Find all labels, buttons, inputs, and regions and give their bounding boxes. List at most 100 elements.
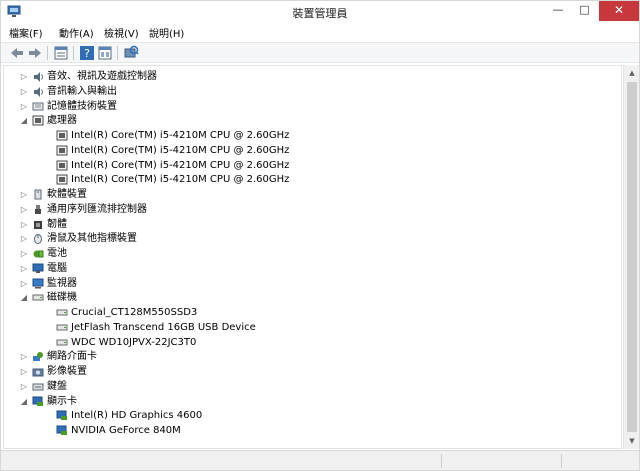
- device-node[interactable]: WDC WD10JPVX-22JC3T0: [4, 335, 604, 350]
- expand-arrow-icon[interactable]: ▷: [19, 69, 29, 84]
- device-manager-window: 裝置管理員 — □ ✕ 檔案(F) 動作(A) 檢視(V) 說明(H) ? ▷ …: [0, 0, 640, 471]
- category-node[interactable]: ▷ 記憶體技術裝置: [4, 99, 604, 114]
- disk-drive-icon: [56, 322, 68, 333]
- expand-arrow-icon[interactable]: ▷: [19, 99, 29, 114]
- keyboard-icon: [32, 381, 44, 392]
- node-label: 監視器: [47, 277, 77, 289]
- status-segment: [561, 454, 639, 468]
- expand-arrow-icon[interactable]: ▷: [19, 379, 29, 394]
- collapse-arrow-icon[interactable]: ◢: [19, 290, 29, 305]
- device-node[interactable]: Intel(R) Core(TM) i5-4210M CPU @ 2.60GHz: [4, 172, 604, 187]
- node-label: Intel(R) Core(TM) i5-4210M CPU @ 2.60GHz: [71, 174, 290, 186]
- node-label: 網路介面卡: [47, 351, 97, 363]
- status-segment: [441, 454, 561, 468]
- menu-help[interactable]: 說明(H): [149, 25, 184, 40]
- menu-view[interactable]: 檢視(V): [104, 25, 139, 40]
- minimize-button[interactable]: —: [545, 1, 571, 21]
- node-label: JetFlash Transcend 16GB USB Device: [71, 321, 256, 333]
- category-node[interactable]: ▷ 電腦: [4, 261, 604, 276]
- expand-arrow-icon[interactable]: ▷: [19, 349, 29, 364]
- toolbar-separator: [47, 46, 48, 60]
- expand-arrow-icon[interactable]: ▷: [19, 217, 29, 232]
- monitor-icon: [32, 278, 44, 289]
- help-icon[interactable]: ?: [79, 45, 95, 61]
- node-label: 通用序列匯流排控制器: [47, 203, 147, 215]
- category-node[interactable]: ▷ 音效、視訊及遊戲控制器: [4, 69, 604, 84]
- display-adapter-icon: [32, 396, 44, 407]
- node-label: Intel(R) Core(TM) i5-4210M CPU @ 2.60GHz: [71, 144, 290, 156]
- node-label: 音效、視訊及遊戲控制器: [47, 71, 157, 82]
- category-node[interactable]: ◢ 磁碟機: [4, 290, 604, 305]
- collapse-arrow-icon[interactable]: ◢: [19, 113, 29, 128]
- device-node[interactable]: JetFlash Transcend 16GB USB Device: [4, 320, 604, 335]
- disk-drive-icon: [56, 307, 68, 318]
- expand-arrow-icon[interactable]: ▷: [19, 261, 29, 276]
- device-node[interactable]: Intel(R) HD Graphics 4600: [4, 408, 604, 423]
- scroll-up-arrow[interactable]: ▲: [624, 65, 640, 81]
- menu-file[interactable]: 檔案(F): [9, 25, 43, 40]
- node-label: 滑鼠及其他指標裝置: [47, 233, 137, 245]
- menu-action[interactable]: 動作(A): [59, 25, 94, 40]
- category-node[interactable]: ▷ 網路介面卡: [4, 349, 604, 364]
- device-node[interactable]: Crucial_CT128M550SSD3: [4, 305, 604, 320]
- node-label: 鍵盤: [47, 380, 67, 392]
- category-node[interactable]: ▷ 韌體: [4, 217, 604, 232]
- category-node[interactable]: ◢ 顯示卡: [4, 394, 604, 409]
- speaker-icon: [32, 86, 44, 97]
- back-icon[interactable]: [9, 45, 25, 61]
- expand-arrow-icon[interactable]: ▷: [19, 187, 29, 202]
- processor-icon: [56, 145, 68, 156]
- scrollbar-thumb[interactable]: [627, 82, 637, 432]
- category-node[interactable]: ▷ 監視器: [4, 276, 604, 291]
- device-node[interactable]: Intel(R) Core(TM) i5-4210M CPU @ 2.60GHz: [4, 158, 604, 173]
- processor-icon: [56, 130, 68, 141]
- device-node[interactable]: NVIDIA GeForce 840M: [4, 423, 604, 438]
- processor-icon: [56, 160, 68, 171]
- device-tree[interactable]: ▷ 音效、視訊及遊戲控制器 ▷ 音訊輸入與輸出 ▷ 記憶體技術裝置 ◢ 處理器 Intel(R)…: [3, 65, 622, 449]
- expand-arrow-icon[interactable]: ▷: [19, 231, 29, 246]
- processor-icon: [56, 174, 68, 185]
- title-bar: 裝置管理員 — □ ✕: [1, 1, 639, 23]
- scroll-down-arrow[interactable]: ▼: [624, 433, 640, 449]
- node-label: 電池: [47, 248, 67, 259]
- toolbar-separator: [117, 46, 118, 60]
- node-label: 記憶體技術裝置: [47, 100, 117, 112]
- disk-drive-icon: [32, 292, 44, 303]
- properties-icon[interactable]: [53, 45, 69, 61]
- view-icon[interactable]: [97, 45, 113, 61]
- forward-icon[interactable]: [27, 45, 43, 61]
- display-adapter-icon: [56, 425, 68, 436]
- expand-arrow-icon[interactable]: ▷: [19, 276, 29, 291]
- expand-arrow-icon[interactable]: ▷: [19, 246, 29, 261]
- memory-icon: [32, 101, 44, 112]
- processor-icon: [32, 115, 44, 126]
- category-node[interactable]: ▷ 音訊輸入與輸出: [4, 84, 604, 99]
- vertical-scrollbar[interactable]: ▲ ▼: [623, 65, 639, 449]
- expand-arrow-icon[interactable]: ▷: [19, 202, 29, 217]
- device-node[interactable]: Intel(R) Core(TM) i5-4210M CPU @ 2.60GHz: [4, 128, 604, 143]
- category-node[interactable]: ◢ 處理器: [4, 113, 604, 128]
- speaker-icon: [32, 71, 44, 82]
- node-label: NVIDIA GeForce 840M: [71, 425, 181, 436]
- node-label: 韌體: [47, 218, 67, 230]
- node-label: Intel(R) Core(TM) i5-4210M CPU @ 2.60GHz: [71, 130, 290, 141]
- software-device-icon: [32, 189, 44, 200]
- node-label: 顯示卡: [47, 395, 77, 407]
- expand-arrow-icon[interactable]: ▷: [19, 84, 29, 99]
- mouse-icon: [32, 233, 44, 245]
- device-node[interactable]: Intel(R) Core(TM) i5-4210M CPU @ 2.60GHz: [4, 143, 604, 158]
- collapse-arrow-icon[interactable]: ◢: [19, 394, 29, 409]
- expand-arrow-icon[interactable]: ▷: [19, 364, 29, 379]
- scan-hardware-icon[interactable]: [123, 45, 139, 61]
- category-node[interactable]: ▷ 滑鼠及其他指標裝置: [4, 231, 604, 246]
- battery-icon: [32, 248, 44, 259]
- category-node[interactable]: ▷ 電池: [4, 246, 604, 261]
- category-node[interactable]: ▷ 軟體裝置: [4, 187, 604, 202]
- node-label: 電腦: [47, 262, 67, 274]
- category-node[interactable]: ▷ 鍵盤: [4, 379, 604, 394]
- node-label: Intel(R) Core(TM) i5-4210M CPU @ 2.60GHz: [71, 159, 290, 171]
- maximize-button[interactable]: □: [571, 1, 598, 21]
- category-node[interactable]: ▷ 通用序列匯流排控制器: [4, 202, 604, 217]
- category-node[interactable]: ▷ 影像裝置: [4, 364, 604, 379]
- close-button[interactable]: ✕: [599, 1, 639, 21]
